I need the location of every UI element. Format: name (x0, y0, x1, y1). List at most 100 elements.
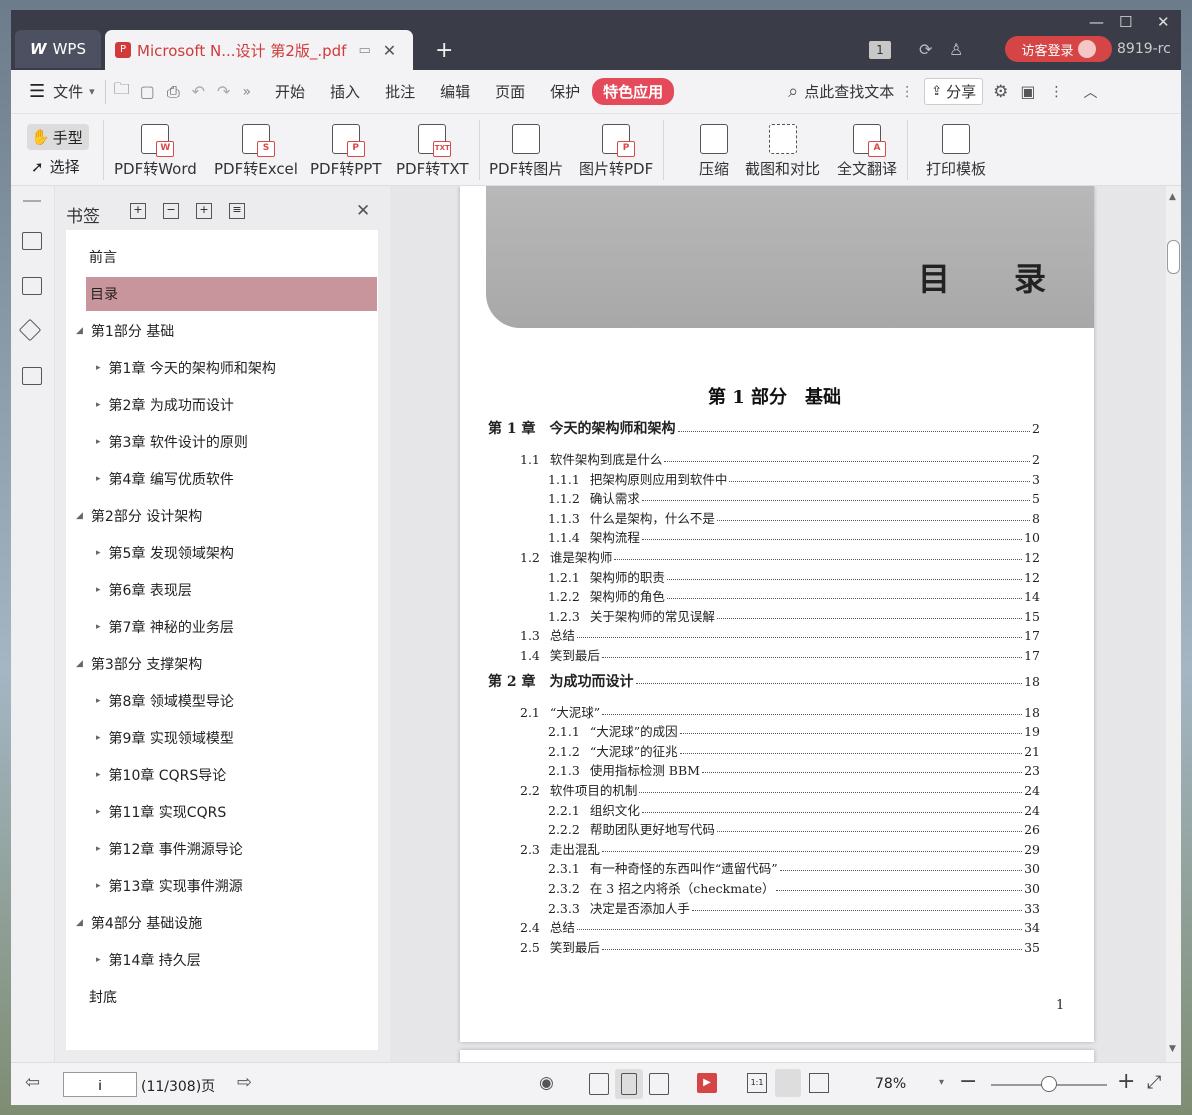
actual-size-icon[interactable]: 1:1 (747, 1073, 767, 1093)
toc-subsection[interactable]: 2.3.2 在 3 招之内将杀（checkmate） 30 (548, 878, 1040, 897)
toc-section[interactable]: 2.5 笑到最后 35 (520, 937, 1040, 956)
gear-icon[interactable]: ⚙ (993, 82, 1008, 102)
more-options-icon[interactable]: ⋮ (1050, 84, 1064, 100)
bookmark-item[interactable]: ◢ 第4部分 基础设施 (66, 906, 378, 940)
zoom-level[interactable]: 78% (875, 1076, 906, 1092)
tab-document[interactable]: P Microsoft N...设计 第2版_.pdf ▭ ✕ (105, 30, 413, 70)
zoom-in-button[interactable]: + (1117, 1069, 1135, 1094)
bookmark-item[interactable]: ◢ 第1部分 基础 (66, 314, 378, 348)
bookmark-item[interactable]: ▸ 第8章 领域模型导论 (66, 684, 378, 718)
full-translate-button[interactable]: A 全文翻译 (837, 124, 897, 179)
zoom-slider-thumb[interactable] (1041, 1076, 1057, 1092)
annotation-panel-icon[interactable] (18, 318, 42, 342)
open-folder-icon[interactable]: 🗀 (114, 78, 130, 105)
toc-subsection[interactable]: 2.3.3 决定是否添加人手 33 (548, 898, 1040, 917)
collapsed-triangle-icon[interactable]: ▸ (96, 881, 101, 891)
toc-chapter[interactable]: 第 2 章为成功而设计 18 (488, 671, 1040, 691)
pdf-to-txt-button[interactable]: TXT PDF转TXT (396, 124, 469, 179)
monitor-icon[interactable]: ▭ (358, 43, 370, 58)
next-page-icon[interactable]: ⇨ (237, 1072, 252, 1093)
expanded-triangle-icon[interactable]: ◢ (76, 511, 83, 521)
bookmark-item[interactable]: ▸ 第1章 今天的架构师和架构 (66, 351, 378, 385)
pdf-to-excel-button[interactable]: S PDF转Excel (214, 124, 298, 179)
message-icon[interactable]: ▣ (1020, 82, 1035, 101)
toc-subsection[interactable]: 2.1.2 “大泥球”的征兆 21 (548, 741, 1040, 760)
two-page-icon[interactable] (649, 1073, 669, 1095)
bookmark-item[interactable]: ◢ 第2部分 设计架构 (66, 499, 378, 533)
pdf-to-ppt-button[interactable]: P PDF转PPT (310, 124, 381, 179)
toc-section[interactable]: 1.3 总结 17 (520, 625, 1040, 644)
save-icon[interactable]: ▢ (140, 82, 155, 101)
collapsed-triangle-icon[interactable]: ▸ (96, 733, 101, 743)
play-slideshow-icon[interactable]: ▶ (697, 1073, 717, 1093)
kebab-icon[interactable]: ⋮ (900, 84, 914, 100)
collapse-all-icon[interactable]: − (163, 203, 179, 219)
zoom-out-button[interactable]: − (959, 1069, 977, 1094)
collapsed-triangle-icon[interactable]: ▸ (96, 548, 101, 558)
close-panel-icon[interactable]: ✕ (356, 201, 370, 221)
bookmark-item[interactable]: ▸ 第14章 持久层 (66, 943, 378, 977)
bookmark-item[interactable]: 目录 (86, 277, 377, 311)
toc-section[interactable]: 2.1 “大泥球” 18 (520, 702, 1040, 721)
toc-section[interactable]: 2.3 走出混乱 29 (520, 839, 1040, 858)
bookmark-item[interactable]: ▸ 第12章 事件溯源导论 (66, 832, 378, 866)
toc-subsection[interactable]: 2.1.3 使用指标检测 BBM 23 (548, 760, 1040, 779)
toc-subsection[interactable]: 1.1.4 架构流程 10 (548, 527, 1040, 546)
collapsed-triangle-icon[interactable]: ▸ (96, 474, 101, 484)
menu-file[interactable]: 文件 (53, 81, 83, 102)
redo-icon[interactable]: ↷ (217, 82, 230, 101)
select-tool-button[interactable]: ➚ 选择 (31, 156, 80, 177)
collapsed-triangle-icon[interactable]: ▸ (96, 696, 101, 706)
search-text-button[interactable]: 点此查找文本 (804, 81, 894, 102)
shirt-icon[interactable]: ♙ (949, 40, 963, 59)
collapsed-triangle-icon[interactable]: ▸ (96, 585, 101, 595)
hand-tool-button[interactable]: ✋ 手型 (27, 124, 89, 150)
close-tab-icon[interactable]: ✕ (383, 41, 396, 60)
collapsed-triangle-icon[interactable]: ▸ (96, 363, 101, 373)
toc-subsection[interactable]: 1.1.1 把架构原则应用到软件中 3 (548, 469, 1040, 488)
undo-icon[interactable]: ↶ (192, 82, 205, 101)
expand-all-icon[interactable]: + (130, 203, 146, 219)
page-number-input[interactable] (63, 1072, 137, 1097)
print-template-button[interactable]: 打印模板 (926, 124, 986, 179)
guest-login-button[interactable]: 访客登录 (1005, 36, 1112, 62)
sync-icon[interactable]: ⟳ (919, 40, 932, 59)
collapsed-triangle-icon[interactable]: ▸ (96, 437, 101, 447)
vertical-scrollbar[interactable]: ▲ ▼ (1166, 186, 1181, 1062)
collapsed-triangle-icon[interactable]: ▸ (96, 400, 101, 410)
toc-subsection[interactable]: 2.1.1 “大泥球”的成因 19 (548, 721, 1040, 740)
scroll-thumb[interactable] (1167, 240, 1180, 274)
toc-subsection[interactable]: 2.3.1 有一种奇怪的东西叫作“遗留代码” 30 (548, 858, 1040, 877)
toc-subsection[interactable]: 1.2.3 关于架构师的常见误解 15 (548, 606, 1040, 625)
attachment-panel-icon[interactable] (22, 367, 42, 385)
tab-wps-home[interactable]: W WPS (15, 30, 101, 68)
minimize-button[interactable]: — (1089, 12, 1104, 32)
more-icon[interactable]: » (242, 84, 251, 100)
bookmark-item[interactable]: ▸ 第9章 实现领域模型 (66, 721, 378, 755)
collapsed-triangle-icon[interactable]: ▸ (96, 955, 101, 965)
toc-subsection[interactable]: 1.2.2 架构师的角色 14 (548, 586, 1040, 605)
toc-section[interactable]: 1.1 软件架构到底是什么 2 (520, 449, 1040, 468)
menu-insert[interactable]: 插入 (330, 81, 360, 102)
search-icon[interactable]: ⌕ (788, 81, 798, 102)
collapsed-triangle-icon[interactable]: ▸ (96, 622, 101, 632)
toc-section[interactable]: 1.4 笑到最后 17 (520, 645, 1040, 664)
scroll-up-icon[interactable]: ▲ (1169, 192, 1176, 202)
toc-subsection[interactable]: 2.2.1 组织文化 24 (548, 800, 1040, 819)
bookmark-options-icon[interactable]: ≡ (229, 203, 245, 219)
menu-page[interactable]: 页面 (495, 81, 525, 102)
collapsed-triangle-icon[interactable]: ▸ (96, 844, 101, 854)
menu-comment[interactable]: 批注 (385, 81, 415, 102)
new-tab-button[interactable]: + (435, 38, 453, 63)
toc-subsection[interactable]: 1.2.1 架构师的职责 12 (548, 567, 1040, 586)
compress-button[interactable]: 压缩 (699, 124, 729, 179)
bookmark-item[interactable]: ▸ 第6章 表现层 (66, 573, 378, 607)
document-viewport[interactable]: 目 录 第 1 部分 基础 第 1 章今天的架构师和架构 2 1.1 软件架构到底是什… (390, 186, 1166, 1062)
toc-section[interactable]: 2.4 总结 34 (520, 917, 1040, 936)
expanded-triangle-icon[interactable]: ◢ (76, 326, 83, 336)
bookmark-item[interactable]: ▸ 第7章 神秘的业务层 (66, 610, 378, 644)
bookmark-item[interactable]: ▸ 第13章 实现事件溯源 (66, 869, 378, 903)
menu-special-apps[interactable]: 特色应用 (592, 78, 675, 105)
screenshot-compare-button[interactable]: 截图和对比 (745, 124, 820, 179)
bookmark-item[interactable]: ▸ 第10章 CQRS导论 (66, 758, 378, 792)
